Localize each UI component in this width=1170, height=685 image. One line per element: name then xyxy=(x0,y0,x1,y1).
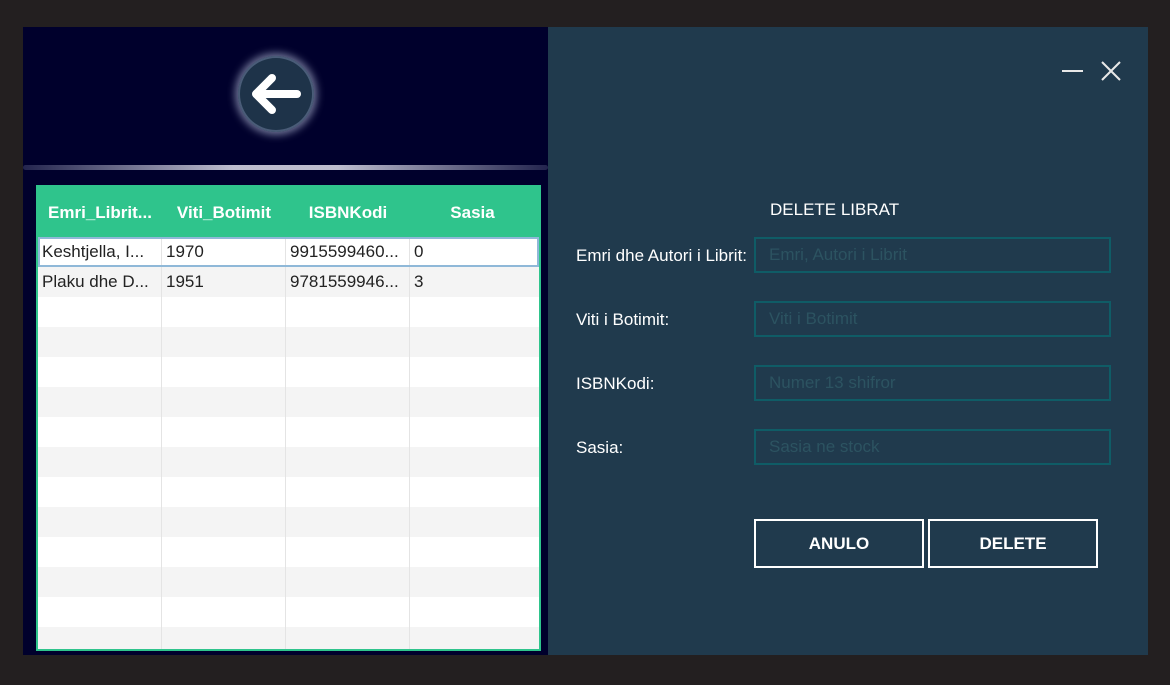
viti-botimit-input[interactable] xyxy=(754,301,1111,337)
isbnkodi-input[interactable] xyxy=(754,365,1111,401)
cell-viti-botimit: 1970 xyxy=(162,237,286,267)
back-button[interactable] xyxy=(238,56,314,132)
minimize-button[interactable] xyxy=(1062,59,1084,81)
label-viti-botimit: Viti i Botimit: xyxy=(576,310,670,329)
table-row-empty[interactable] xyxy=(38,297,539,327)
table-cell-empty xyxy=(410,297,535,327)
cancel-button[interactable]: ANULO xyxy=(754,519,924,568)
label-emri-autori: Emri dhe Autori i Librit: xyxy=(576,246,748,265)
table-cell-empty xyxy=(38,597,162,627)
table-cell-empty xyxy=(286,537,410,567)
table-cell-empty xyxy=(38,387,162,417)
table-cell-empty xyxy=(410,537,535,567)
table-row[interactable]: Plaku dhe D... 1951 9781559946... 3 xyxy=(38,267,539,297)
column-header-emri-librit[interactable]: Emri_Librit... xyxy=(38,187,162,237)
table-cell-empty xyxy=(162,327,286,357)
column-header-isbnkodi[interactable]: ISBNKodi xyxy=(286,187,410,237)
table-cell-empty xyxy=(162,627,286,649)
table-cell-empty xyxy=(162,417,286,447)
table-cell-empty xyxy=(410,567,535,597)
table-row-empty[interactable] xyxy=(38,357,539,387)
right-panel: DELETE LIBRAT Emri dhe Autori i Librit: … xyxy=(548,27,1148,655)
table-row-empty[interactable] xyxy=(38,387,539,417)
table-cell-empty xyxy=(38,417,162,447)
cell-viti-botimit: 1951 xyxy=(162,267,286,297)
table-cell-empty xyxy=(286,357,410,387)
table-cell-empty xyxy=(286,297,410,327)
table-body: Keshtjella, I... 1970 9915599460... 0 Pl… xyxy=(38,237,539,649)
cell-emri-librit: Plaku dhe D... xyxy=(38,267,162,297)
table-row-empty[interactable] xyxy=(38,477,539,507)
left-panel: Emri_Librit... Viti_Botimit ISBNKodi Sas… xyxy=(23,27,548,655)
table-cell-empty xyxy=(162,537,286,567)
table-row-empty[interactable] xyxy=(38,627,539,649)
column-header-viti-botimit[interactable]: Viti_Botimit xyxy=(162,187,286,237)
table-cell-empty xyxy=(38,447,162,477)
table-cell-empty xyxy=(286,597,410,627)
table-cell-empty xyxy=(286,417,410,447)
back-arrow-icon xyxy=(252,74,301,114)
close-button[interactable] xyxy=(1099,59,1123,83)
table-cell-empty xyxy=(410,627,535,649)
table-cell-empty xyxy=(38,567,162,597)
table-cell-empty xyxy=(38,627,162,649)
table-cell-empty xyxy=(38,537,162,567)
table-cell-empty xyxy=(410,357,535,387)
table-cell-empty xyxy=(162,357,286,387)
delete-button[interactable]: DELETE xyxy=(928,519,1098,568)
table-cell-empty xyxy=(410,477,535,507)
header-divider xyxy=(23,165,548,170)
table-row-empty[interactable] xyxy=(38,507,539,537)
table-row-empty[interactable] xyxy=(38,327,539,357)
table-header: Emri_Librit... Viti_Botimit ISBNKodi Sas… xyxy=(38,187,539,237)
table-cell-empty xyxy=(38,327,162,357)
table-cell-empty xyxy=(162,387,286,417)
sasia-input[interactable] xyxy=(754,429,1111,465)
table-cell-empty xyxy=(410,327,535,357)
table-row-empty[interactable] xyxy=(38,567,539,597)
table-cell-empty xyxy=(162,567,286,597)
table-cell-empty xyxy=(410,417,535,447)
table-row-empty[interactable] xyxy=(38,417,539,447)
table-cell-empty xyxy=(38,507,162,537)
form-title: DELETE LIBRAT xyxy=(770,200,900,219)
cell-isbnkodi: 9915599460... xyxy=(286,237,410,267)
table-cell-empty xyxy=(162,597,286,627)
column-header-sasia[interactable]: Sasia xyxy=(410,187,535,237)
table-row[interactable]: Keshtjella, I... 1970 9915599460... 0 xyxy=(38,237,539,267)
cell-emri-librit: Keshtjella, I... xyxy=(38,237,162,267)
table-row-empty[interactable] xyxy=(38,597,539,627)
table-cell-empty xyxy=(286,447,410,477)
table-cell-empty xyxy=(162,477,286,507)
table-cell-empty xyxy=(410,447,535,477)
table-cell-empty xyxy=(410,507,535,537)
table-cell-empty xyxy=(286,627,410,649)
label-isbnkodi: ISBNKodi: xyxy=(576,374,655,393)
table-cell-empty xyxy=(410,387,535,417)
app-window: Emri_Librit... Viti_Botimit ISBNKodi Sas… xyxy=(23,27,1148,655)
emri-autori-input[interactable] xyxy=(754,237,1111,273)
table-cell-empty xyxy=(38,477,162,507)
table-cell-empty xyxy=(38,297,162,327)
close-icon xyxy=(1101,61,1121,81)
cell-sasia: 0 xyxy=(414,242,424,261)
table-cell-empty xyxy=(410,597,535,627)
table-cell-empty xyxy=(286,567,410,597)
table-cell-empty xyxy=(286,327,410,357)
table-cell-empty xyxy=(162,507,286,537)
table-cell-empty xyxy=(286,507,410,537)
cell-sasia: 3 xyxy=(414,272,424,291)
cell-isbnkodi: 9781559946... xyxy=(286,267,410,297)
books-table[interactable]: Emri_Librit... Viti_Botimit ISBNKodi Sas… xyxy=(36,185,541,651)
table-cell-empty xyxy=(286,477,410,507)
table-cell-empty xyxy=(162,297,286,327)
table-row-empty[interactable] xyxy=(38,537,539,567)
table-cell-empty xyxy=(286,387,410,417)
table-row-empty[interactable] xyxy=(38,447,539,477)
label-sasia: Sasia: xyxy=(576,438,624,457)
table-cell-empty xyxy=(162,447,286,477)
table-cell-empty xyxy=(38,357,162,387)
